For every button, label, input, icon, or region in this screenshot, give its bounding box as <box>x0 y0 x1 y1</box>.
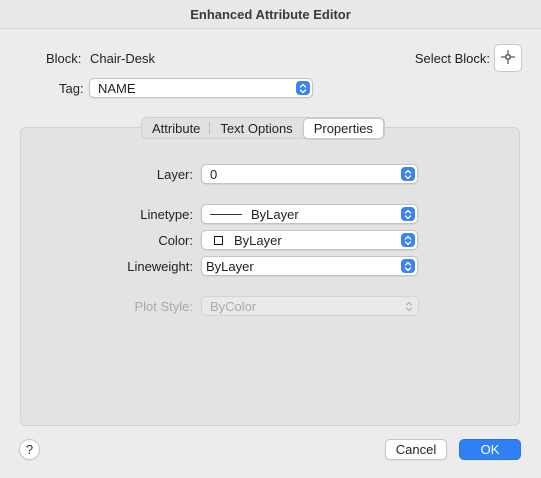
linetype-select[interactable]: ByLayer <box>201 204 418 224</box>
color-select[interactable]: ByLayer <box>201 230 418 250</box>
tab-properties[interactable]: Properties <box>302 117 384 139</box>
layer-label: Layer: <box>156 167 193 182</box>
linetype-label: Linetype: <box>140 207 193 222</box>
select-block-label: Select Block: <box>414 51 490 66</box>
tag-label: Tag: <box>59 81 84 96</box>
layer-select[interactable]: 0 <box>201 164 418 184</box>
plot-style-label: Plot Style: <box>134 299 193 314</box>
crosshair-pick-icon <box>500 49 516 68</box>
plot-style-select: ByColor <box>201 296 419 316</box>
chevron-updown-icon <box>402 299 416 313</box>
color-select-value: ByLayer <box>234 232 282 248</box>
tab-attribute[interactable]: Attribute <box>142 118 211 138</box>
lineweight-label: Lineweight: <box>127 259 193 274</box>
ok-button[interactable]: OK <box>459 439 521 460</box>
tab-text-options[interactable]: Text Options <box>210 118 302 138</box>
tag-select-value: NAME <box>98 80 136 96</box>
chevron-updown-icon <box>401 233 415 247</box>
chevron-updown-icon <box>401 167 415 181</box>
chevron-updown-icon <box>401 207 415 221</box>
color-label: Color: <box>158 233 193 248</box>
line-sample-icon <box>210 213 242 215</box>
block-value: Chair-Desk <box>90 51 156 66</box>
help-button[interactable]: ? <box>19 439 40 460</box>
tab-bar: Attribute Text Options Properties <box>141 117 385 139</box>
plot-style-select-value: ByColor <box>210 298 257 314</box>
chevron-updown-icon <box>296 81 310 95</box>
title-bar: Enhanced Attribute Editor <box>0 0 541 29</box>
block-label: Block: <box>46 51 82 66</box>
window-title: Enhanced Attribute Editor <box>190 6 351 22</box>
tag-select[interactable]: NAME <box>89 78 313 98</box>
select-block-button[interactable] <box>494 44 522 72</box>
chevron-updown-icon <box>401 259 415 273</box>
cancel-button[interactable]: Cancel <box>385 439 447 460</box>
lineweight-select[interactable]: ByLayer <box>201 256 418 276</box>
linetype-select-value: ByLayer <box>251 206 299 222</box>
lineweight-select-value: ByLayer <box>206 258 254 274</box>
dialog-window: Enhanced Attribute Editor Block: Chair-D… <box>0 0 541 478</box>
color-swatch-icon <box>214 235 223 245</box>
layer-select-value: 0 <box>210 166 218 182</box>
